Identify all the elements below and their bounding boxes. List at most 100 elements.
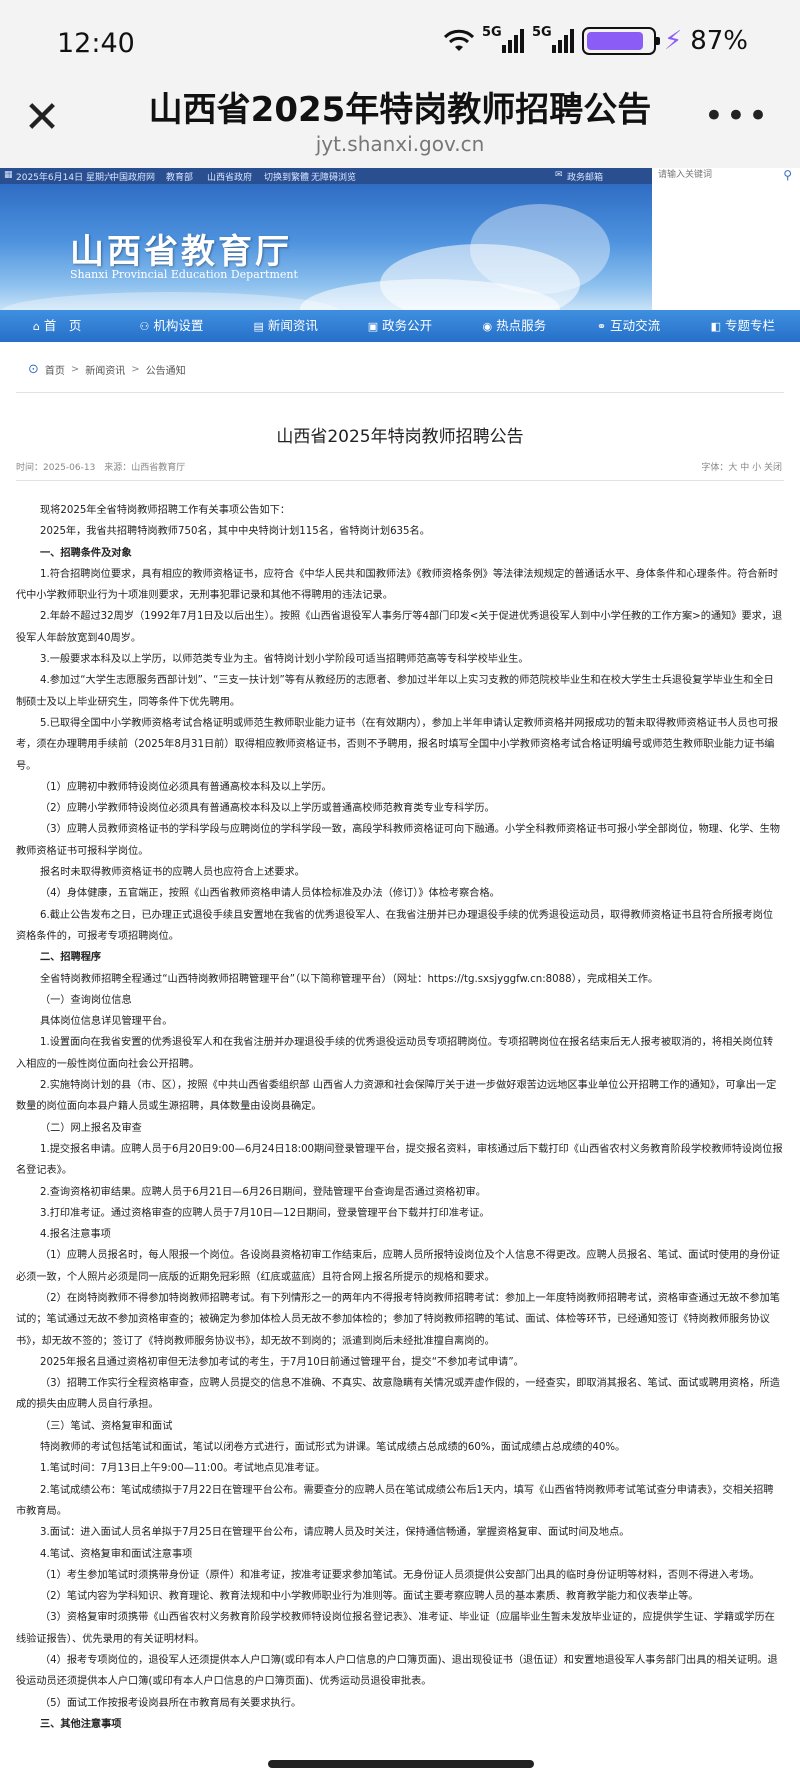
org-chart-icon: ⚇	[139, 320, 150, 333]
nav-item-label: 机构设置	[153, 318, 204, 333]
paragraph: （3）招聘工作实行全程资格审查，应聘人员提交的信息不准确、不真实、故意隐瞒有关情…	[16, 1378, 780, 1411]
paragraph: （3）应聘人员教师资格证书的学科学段与应聘岗位的学科学段一致，高段学科教师资格证…	[16, 824, 780, 857]
paragraph: 2.查询资格初审结果。应聘人员于6月21日—6月26日期间，登陆管理平台查询是否…	[40, 1186, 486, 1198]
nav-item-6[interactable]: ◧ 专题专栏	[686, 310, 800, 342]
signal-5g-icon-2: 5G	[532, 25, 574, 53]
paragraph: 1.符合招聘岗位要求，具有相应的教师资格证书，应符合《中华人民共和国教师法》《教…	[16, 568, 779, 602]
home-icon: ⌂	[32, 320, 40, 333]
nav-item-label: 首 页	[43, 318, 82, 333]
section-heading: 三、其他注意事项	[40, 1718, 122, 1730]
paragraph: （一）查询岗位信息	[40, 994, 132, 1006]
department-name: 山西省教育厅	[70, 232, 292, 272]
paragraph: 2.实施特岗计划的县（市、区），按照《中共山西省委组织部 山西省人力资源和社会保…	[16, 1080, 777, 1113]
paragraph: （3）资格复审时须携带《山西省农村义务教育阶段学校教师特设岗位报名登记表》、准考…	[16, 1612, 775, 1645]
paragraph: 现将2025年全省特岗教师招聘工作有关事项公告如下：	[40, 505, 291, 516]
article-meta: 时间：2025-06-13 来源：山西省教育厅	[16, 463, 186, 473]
paragraph: （三）笔试、资格复审和面试	[40, 1420, 173, 1432]
site-topbar: ▦ 2025年6月14日 星期六 中国政府网 教育部 山西省政府 切换到繁體 无…	[0, 168, 652, 184]
paragraph: 具体岗位信息详见管理平台。	[40, 1016, 173, 1028]
paragraph: 1.提交报名申请。应聘人员于6月20日9:00—6月24日18:00期间登录管理…	[16, 1143, 783, 1177]
paragraph: 特岗教师的考试包括笔试和面试，笔试以闭卷方式进行，面试形式为讲课。笔试成绩占总成…	[40, 1442, 626, 1454]
paragraph: （2）笔试内容为学科知识、教育理论、教育法规和中小学教师职业行为准则等。面试主要…	[40, 1591, 699, 1603]
breadcrumb-current[interactable]: 公告通知	[146, 362, 186, 377]
nav-item-0[interactable]: ⌂ 首 页	[0, 310, 114, 342]
charging-icon: ⚡	[663, 26, 683, 56]
more-options-button[interactable]: •••	[704, 96, 770, 136]
government-icon: ▣	[367, 320, 379, 333]
divider	[16, 392, 784, 393]
nav-item-label: 热点服务	[496, 318, 547, 333]
breadcrumb-home[interactable]: 首页	[45, 362, 65, 377]
paragraph: 2.年龄不超过32周岁（1992年7月1日及以后出生）。按照《山西省退役军人事务…	[16, 611, 783, 644]
divider	[16, 480, 784, 481]
paragraph: 2025年，我省共招聘特岗教师750名，其中中央特岗计划115名，省特岗计划63…	[40, 526, 430, 538]
topbar-link-accessibility[interactable]: 无障碍浏览	[311, 170, 356, 183]
paragraph: 4.参加过“大学生志愿服务西部计划”、“三支一扶计划”等有从教经历的志愿者、参加…	[16, 675, 774, 708]
main-navigation: ⌂ 首 页 ⚇ 机构设置 ▤ 新闻资讯 ▣ 政务公开 ◉ 热点服务 ⚭ 互动交流 ◧ 专题专栏	[0, 310, 800, 342]
nav-item-2[interactable]: ▤ 新闻资讯	[229, 310, 343, 342]
article-title: 山西省2025年特岗教师招聘公告	[276, 427, 524, 447]
battery-percent: 87%	[690, 26, 748, 56]
topbar-date: 2025年6月14日 星期六	[16, 173, 113, 183]
search-icon[interactable]: ⚲	[783, 168, 792, 182]
page-url: jyt.shanxi.gov.cn	[315, 132, 485, 156]
paragraph: 5.已取得全国中小学教师资格考试合格证明或师范生教师职业能力证书（在有效期内），…	[16, 717, 779, 772]
interaction-icon: ⚭	[596, 320, 607, 333]
site-banner: 山西省教育厅 Shanxi Provincial Education Depar…	[0, 184, 652, 310]
font-size-controls[interactable]: 字体：大 中 小 关闭	[701, 460, 782, 473]
section-heading: 二、招聘程序	[40, 952, 102, 964]
nav-item-5[interactable]: ⚭ 互动交流	[571, 310, 685, 342]
bottom-fade	[0, 1752, 800, 1787]
topbar-link-moe[interactable]: 教育部	[166, 170, 193, 183]
nav-item-1[interactable]: ⚇ 机构设置	[114, 310, 228, 342]
browser-header: ✕ 山西省2025年特岗教师招聘公告 jyt.shanxi.gov.cn •••	[0, 68, 800, 168]
topbar-link-traditional[interactable]: 切换到繁體	[264, 170, 309, 183]
paragraph: 4.报名注意事项	[40, 1229, 111, 1241]
nav-item-3[interactable]: ▣ 政务公开	[343, 310, 457, 342]
paragraph: （1）应聘初中教师特设岗位必须具有普通高校本科及以上学历。	[40, 781, 332, 793]
paragraph: 1.设置面向在我省安置的优秀退役军人和在我省注册并办理退役手续的优秀退役运动员专…	[16, 1037, 774, 1070]
close-button[interactable]: ✕	[22, 96, 62, 140]
paragraph: （5）面试工作按报考设岗县所在市教育局有关要求执行。	[40, 1697, 302, 1709]
paragraph: （4）身体健康，五官端正，按照《山西省教师资格申请人员体检标准及办法（修订）》体…	[40, 888, 500, 900]
paragraph: 2025年报名且通过资格初审但无法参加考试的考生，于7月10日前通过管理平台，提…	[40, 1356, 524, 1368]
signal-5g-icon: 5G	[482, 25, 524, 53]
paragraph: （1）考生参加笔试时须携带身份证（原件）和准考证，按准考证要求参加笔试。无身份证…	[40, 1569, 760, 1581]
paragraph: （2）应聘小学教师特设岗位必须具有普通高校本科及以上学历或普通高校师范教育类专业…	[40, 803, 495, 815]
topbar-link-province[interactable]: 山西省政府	[207, 170, 252, 183]
location-icon: ⊙	[28, 362, 39, 377]
paragraph: 1.笔试时间：7月13日上午9:00—11:00。考试地点见准考证。	[40, 1463, 326, 1475]
topbar-link-mail[interactable]: 政务邮箱	[567, 170, 603, 183]
nav-item-4[interactable]: ◉ 热点服务	[457, 310, 571, 342]
paragraph: 3.一般要求本科及以上学历，以师范类专业为主。省特岗计划小学阶段可适当招聘师范高…	[40, 654, 529, 666]
topbar-link-gov[interactable]: 中国政府网	[110, 170, 155, 183]
paragraph: （2）在岗特岗教师不得参加特岗教师招聘考试。有下列情形之一的两年内不得报考特岗教…	[16, 1292, 780, 1347]
section-heading: 一、招聘条件及对象	[40, 547, 132, 559]
nav-item-label: 新闻资讯	[267, 318, 318, 333]
paragraph: 3.面试：进入面试人员名单拟于7月25日在管理平台公布，请应聘人员及时关注，保持…	[40, 1527, 630, 1539]
paragraph: 4.笔试、资格复审和面试注意事项	[40, 1548, 193, 1560]
breadcrumb-news[interactable]: 新闻资讯	[85, 362, 125, 377]
paragraph: 报名时未取得教师资格证书的应聘人员也应符合上述要求。	[40, 867, 305, 879]
battery-icon	[581, 27, 660, 55]
paragraph: （1）应聘人员报名时，每人限报一个岗位。各设岗县资格初审工作结束后，应聘人员所报…	[16, 1250, 780, 1283]
paragraph: 3.打印准考证。通过资格审查的应聘人员于7月10日—12日期间，登录管理平台下载…	[40, 1207, 490, 1219]
department-name-en: Shanxi Provincial Education Department	[70, 268, 298, 281]
wifi-icon	[443, 29, 474, 51]
site-search: ⚲	[652, 168, 800, 184]
paragraph: （二）网上报名及审查	[40, 1122, 142, 1134]
breadcrumb: ⊙ 首页 > 新闻资讯 > 公告通知	[28, 362, 186, 377]
nav-item-label: 互动交流	[610, 318, 661, 333]
hot-service-icon: ◉	[482, 320, 493, 333]
paragraph: 6.截止公告发布之日，已办理正式退役手续且安置地在我省的优秀退役军人、在我省注册…	[16, 909, 774, 942]
search-input[interactable]	[658, 169, 768, 181]
status-icons: 5G 5G ⚡ 87%	[443, 25, 748, 56]
paragraph: （4）报考专项岗位的，退役军人还须提供本人户口簿(或印有本人户口信息的户口簿页面…	[16, 1655, 778, 1688]
topic-icon: ◧	[710, 320, 722, 333]
nav-item-label: 专题专栏	[725, 318, 776, 333]
article-content: 现将2025年全省特岗教师招聘工作有关事项公告如下： 2025年，我省共招聘特岗教…	[16, 500, 783, 1735]
paragraph: 全省特岗教师招聘全程通过“山西特岗教师招聘管理平台”（以下简称管理平台）（网址：…	[40, 973, 659, 985]
home-indicator[interactable]	[268, 1760, 534, 1768]
news-icon: ▤	[253, 320, 264, 333]
page-title: 山西省2025年特岗教师招聘公告	[148, 90, 652, 130]
